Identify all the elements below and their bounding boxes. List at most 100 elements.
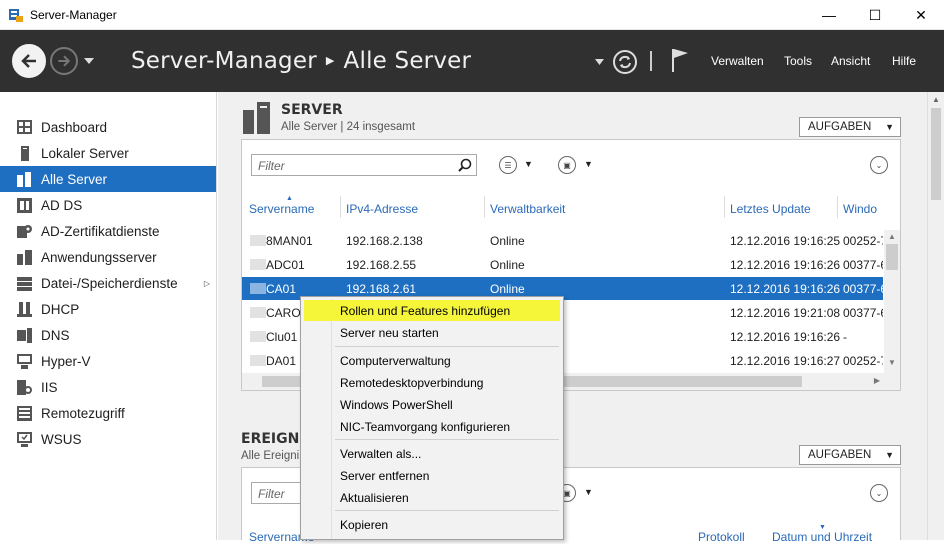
column-verwaltbarkeit[interactable]: Verwaltbarkeit (490, 202, 565, 216)
expand-arrow-icon[interactable]: ▷ (204, 279, 210, 288)
dashboard-icon (16, 120, 33, 135)
close-button[interactable]: ✕ (898, 0, 944, 30)
forward-button[interactable] (50, 47, 78, 75)
sort-ascending-icon: ▲ (286, 195, 293, 202)
collapse-panel-icon[interactable]: ⌄ (870, 156, 888, 174)
cell-status: Online (490, 234, 525, 248)
cell-ipv4: 192.168.2.138 (346, 234, 423, 248)
menu-item-server-entfernen[interactable]: Server entfernen (304, 465, 560, 486)
filter-placeholder: Filter (258, 487, 285, 501)
menu-hilfe[interactable]: Hilfe (892, 54, 916, 68)
cell-servername: ADC01 (266, 258, 305, 272)
save-query-icon[interactable]: ▣ (558, 156, 576, 174)
sidebar-item-label: Lokaler Server (41, 145, 129, 161)
menu-verwalten[interactable]: Verwalten (711, 54, 764, 68)
sidebar-item-ad-ds[interactable]: AD DS (0, 192, 216, 218)
tasks-label: AUFGABEN (808, 121, 872, 133)
menu-item-aktualisieren[interactable]: Aktualisieren (304, 487, 560, 508)
server-icon (16, 145, 33, 161)
dhcp-icon (16, 301, 33, 317)
menu-item-remotedesktopverbindung[interactable]: Remotedesktopverbindung (304, 372, 560, 393)
column-divider (340, 196, 341, 218)
column-datum-uhrzeit[interactable]: Datum und Uhrzeit (772, 530, 872, 544)
menu-item-server-neu-starten[interactable]: Server neu starten (304, 322, 560, 343)
menu-ansicht[interactable]: Ansicht (831, 54, 870, 68)
server-tasks-button[interactable]: AUFGABEN ▼ (799, 117, 901, 137)
ad-ds-icon (16, 197, 33, 213)
sidebar-item-label: Remotezugriff (41, 405, 125, 421)
menu-item-verwalten-als[interactable]: Verwalten als... (304, 443, 560, 464)
notification-dropdown-icon[interactable] (595, 59, 604, 65)
breadcrumb-separator-icon: ▶ (325, 54, 335, 67)
save-query-dropdown-icon[interactable]: ▼ (584, 487, 593, 497)
sidebar-item-lokaler-server[interactable]: Lokaler Server (0, 140, 216, 166)
hyperv-icon (16, 353, 33, 369)
sidebar-item-label: Hyper-V (41, 353, 91, 369)
collapse-panel-icon[interactable]: ⌄ (870, 484, 888, 502)
table-scroll-thumb[interactable] (886, 244, 898, 270)
column-ipv4[interactable]: IPv4-Adresse (346, 202, 418, 216)
back-button[interactable] (12, 44, 46, 78)
server-filter-input[interactable]: Filter (251, 154, 477, 176)
server-section-title: SERVER (281, 102, 343, 118)
sidebar-item-label: Dashboard (41, 119, 108, 135)
maximize-button[interactable]: ☐ (852, 0, 898, 30)
sidebar-item-ad-zertifikatdienste[interactable]: AD-Zertifikatdienste (0, 218, 216, 244)
column-servername[interactable]: Servername (249, 202, 314, 216)
sidebar-item-hyper-v[interactable]: Hyper-V (0, 348, 216, 374)
menu-separator (335, 439, 559, 440)
column-letztes-update[interactable]: Letztes Update (730, 202, 811, 216)
sidebar-item-remotezugriff[interactable]: Remotezugriff (0, 400, 216, 426)
cell-servername: 8MAN01 (266, 234, 313, 248)
menu-item-windows-powershell[interactable]: Windows PowerShell (304, 394, 560, 415)
sidebar-item-dhcp[interactable]: DHCP (0, 296, 216, 322)
search-icon[interactable] (458, 158, 472, 172)
iis-icon (16, 379, 33, 395)
sidebar-item-iis[interactable]: IIS (0, 374, 216, 400)
server-status-icon (250, 235, 266, 246)
notification-flag-icon[interactable] (671, 47, 691, 73)
back-arrow-icon (21, 54, 36, 68)
server-section-subtitle: Alle Server | 24 insgesamt (281, 121, 416, 133)
list-options-icon[interactable]: ☰ (499, 156, 517, 174)
table-vertical-scrollbar[interactable]: ▲ ▼ (884, 230, 900, 390)
column-divider (837, 196, 838, 218)
page-scroll-up-icon[interactable]: ▲ (932, 95, 940, 104)
save-query-dropdown-icon[interactable]: ▼ (584, 159, 593, 169)
cell-windows: 00377-6 (843, 258, 883, 272)
sidebar-item-alle-server[interactable]: Alle Server (0, 166, 216, 192)
column-divider (724, 196, 725, 218)
menu-item-computerverwaltung[interactable]: Computerverwaltung (304, 350, 560, 371)
refresh-icon[interactable] (612, 49, 638, 75)
events-tasks-button[interactable]: AUFGABEN ▼ (799, 445, 901, 465)
page-scroll-thumb[interactable] (931, 108, 941, 200)
sidebar-item-dashboard[interactable]: Dashboard (0, 114, 216, 140)
sidebar: Dashboard Lokaler Server Alle Server AD … (0, 92, 217, 540)
menu-item-kopieren[interactable]: Kopieren (304, 514, 560, 535)
server-status-icon (250, 259, 266, 270)
context-menu: Rollen und Features hinzufügen Server ne… (300, 296, 564, 540)
list-options-dropdown-icon[interactable]: ▼ (524, 159, 533, 169)
menu-item-rollen-features[interactable]: Rollen und Features hinzufügen (304, 300, 560, 321)
sidebar-item-label: DNS (41, 327, 70, 343)
window-title: Server-Manager (30, 8, 117, 22)
column-windows[interactable]: Windo (843, 202, 877, 216)
scroll-right-icon[interactable]: ▶ (874, 376, 880, 385)
sidebar-item-dns[interactable]: DNS (0, 322, 216, 348)
history-dropdown-icon[interactable] (84, 58, 94, 64)
scroll-up-icon[interactable]: ▲ (888, 232, 896, 241)
sidebar-item-anwendungsserver[interactable]: Anwendungsserver (0, 244, 216, 270)
cell-windows: 00377-6 (843, 306, 883, 320)
sidebar-item-datei-speicherdienste[interactable]: Datei-/Speicherdienste ▷ (0, 270, 216, 296)
table-row[interactable]: ADC01 192.168.2.55 Online 12.12.2016 19:… (242, 253, 883, 276)
table-row[interactable]: 8MAN01 192.168.2.138 Online 12.12.2016 1… (242, 229, 883, 252)
breadcrumb-root[interactable]: Server-Manager (131, 48, 317, 74)
menu-item-nic-teaming[interactable]: NIC-Teamvorgang konfigurieren (304, 416, 560, 437)
minimize-button[interactable]: — (806, 0, 852, 30)
scroll-down-icon[interactable]: ▼ (888, 358, 896, 367)
column-protokoll[interactable]: Protokoll (698, 530, 745, 544)
cell-updated: 12.12.2016 19:16:25 (730, 234, 841, 248)
sidebar-item-wsus[interactable]: WSUS (0, 426, 216, 452)
menu-tools[interactable]: Tools (784, 54, 812, 68)
page-vertical-scrollbar[interactable]: ▲ (927, 92, 944, 540)
